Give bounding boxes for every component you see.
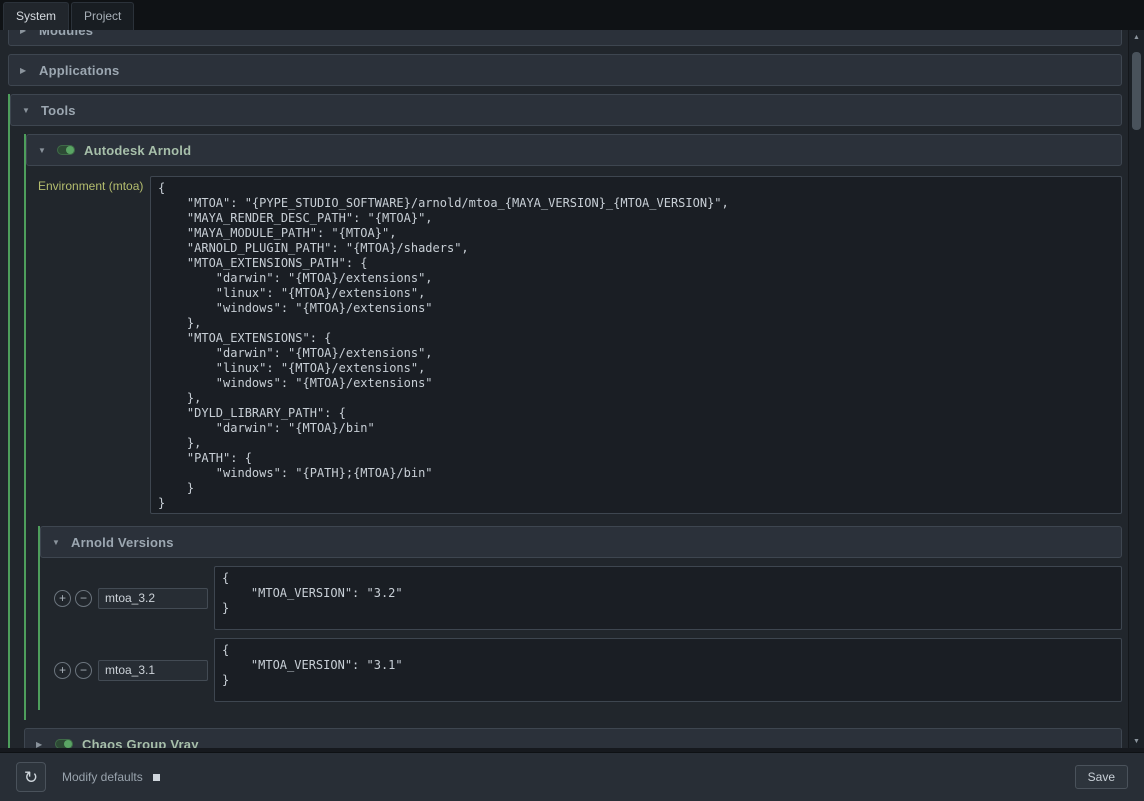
scroll-up-button[interactable]: ▲	[1129, 30, 1144, 44]
version-name-input[interactable]	[98, 660, 208, 681]
chevron-right-icon: ▶	[36, 740, 46, 749]
settings-window: System Project ▶ Modules ▶ Applications …	[0, 0, 1144, 801]
arnold-body: Environment (mtoa) { "MTOA": "{PYPE_STUD…	[26, 166, 1122, 720]
remove-version-button[interactable]: −	[75, 662, 92, 679]
add-version-button[interactable]: +	[54, 662, 71, 679]
section-tools: ▼ Tools ▼ Autodesk Arnold	[8, 94, 1122, 748]
scrollbar-track[interactable]	[1129, 44, 1144, 734]
version-row-mtoa-3-2: + − { "MTOA_VERSION": "3.2" }	[54, 566, 1122, 630]
section-header-arnold-versions[interactable]: ▼ Arnold Versions	[40, 526, 1122, 558]
section-arnold: ▼ Autodesk Arnold Environment (mtoa) { "…	[24, 134, 1122, 720]
arnold-versions-body: + − { "MTOA_VERSION": "3.2" } + −	[40, 558, 1122, 710]
tools-body: ▼ Autodesk Arnold Environment (mtoa) { "…	[10, 126, 1122, 748]
section-title-applications: Applications	[39, 63, 119, 78]
footer-bar: ↻ Modify defaults Save	[0, 752, 1144, 801]
modify-defaults-indicator	[153, 774, 160, 781]
chevron-right-icon: ▶	[20, 66, 30, 75]
vray-enabled-toggle-icon[interactable]	[55, 739, 73, 748]
vertical-scrollbar[interactable]: ▲ ▼	[1128, 30, 1144, 748]
section-title-modules: Modules	[39, 30, 93, 38]
section-header-modules[interactable]: ▶ Modules	[8, 30, 1122, 46]
version-json-input[interactable]: { "MTOA_VERSION": "3.2" }	[214, 566, 1122, 630]
scroll-area: ▶ Modules ▶ Applications ▼ Tools ▼	[0, 30, 1128, 748]
tab-system[interactable]: System	[3, 2, 69, 30]
refresh-icon: ↻	[24, 769, 38, 786]
refresh-button[interactable]: ↻	[16, 762, 46, 792]
modify-defaults-label: Modify defaults	[62, 770, 143, 784]
remove-version-button[interactable]: −	[75, 590, 92, 607]
environment-json-input[interactable]: { "MTOA": "{PYPE_STUDIO_SOFTWARE}/arnold…	[150, 176, 1122, 514]
section-title-vray: Chaos Group Vray	[82, 737, 199, 749]
chevron-right-icon: ▶	[20, 30, 30, 35]
settings-content: ▶ Modules ▶ Applications ▼ Tools ▼	[0, 30, 1144, 748]
add-version-button[interactable]: +	[54, 590, 71, 607]
section-title-arnold-versions: Arnold Versions	[71, 535, 174, 550]
scroll-down-button[interactable]: ▼	[1129, 734, 1144, 748]
version-json-input[interactable]: { "MTOA_VERSION": "3.1" }	[214, 638, 1122, 702]
chevron-down-icon: ▼	[52, 538, 62, 547]
toggle-knob	[64, 740, 72, 748]
section-arnold-versions: ▼ Arnold Versions + − { "MTOA_VERSION": …	[38, 526, 1122, 710]
environment-label: Environment (mtoa)	[38, 176, 144, 193]
version-row-mtoa-3-1: + − { "MTOA_VERSION": "3.1" }	[54, 638, 1122, 702]
section-header-tools[interactable]: ▼ Tools	[10, 94, 1122, 126]
scrollbar-thumb[interactable]	[1132, 52, 1141, 130]
version-name-input[interactable]	[98, 588, 208, 609]
section-title-arnold: Autodesk Arnold	[84, 143, 191, 158]
main-tabbar: System Project	[0, 0, 1144, 30]
tab-project[interactable]: Project	[71, 2, 134, 30]
save-button[interactable]: Save	[1075, 765, 1128, 789]
environment-row: Environment (mtoa) { "MTOA": "{PYPE_STUD…	[38, 176, 1122, 514]
section-header-arnold[interactable]: ▼ Autodesk Arnold	[26, 134, 1122, 166]
arnold-enabled-toggle-icon[interactable]	[57, 145, 75, 155]
chevron-down-icon: ▼	[38, 146, 48, 155]
modify-defaults-toggle[interactable]: Modify defaults	[62, 770, 160, 784]
chevron-down-icon: ▼	[22, 106, 32, 115]
section-header-vray[interactable]: ▶ Chaos Group Vray	[24, 728, 1122, 748]
section-header-applications[interactable]: ▶ Applications	[8, 54, 1122, 86]
toggle-knob	[66, 146, 74, 154]
section-title-tools: Tools	[41, 103, 76, 118]
